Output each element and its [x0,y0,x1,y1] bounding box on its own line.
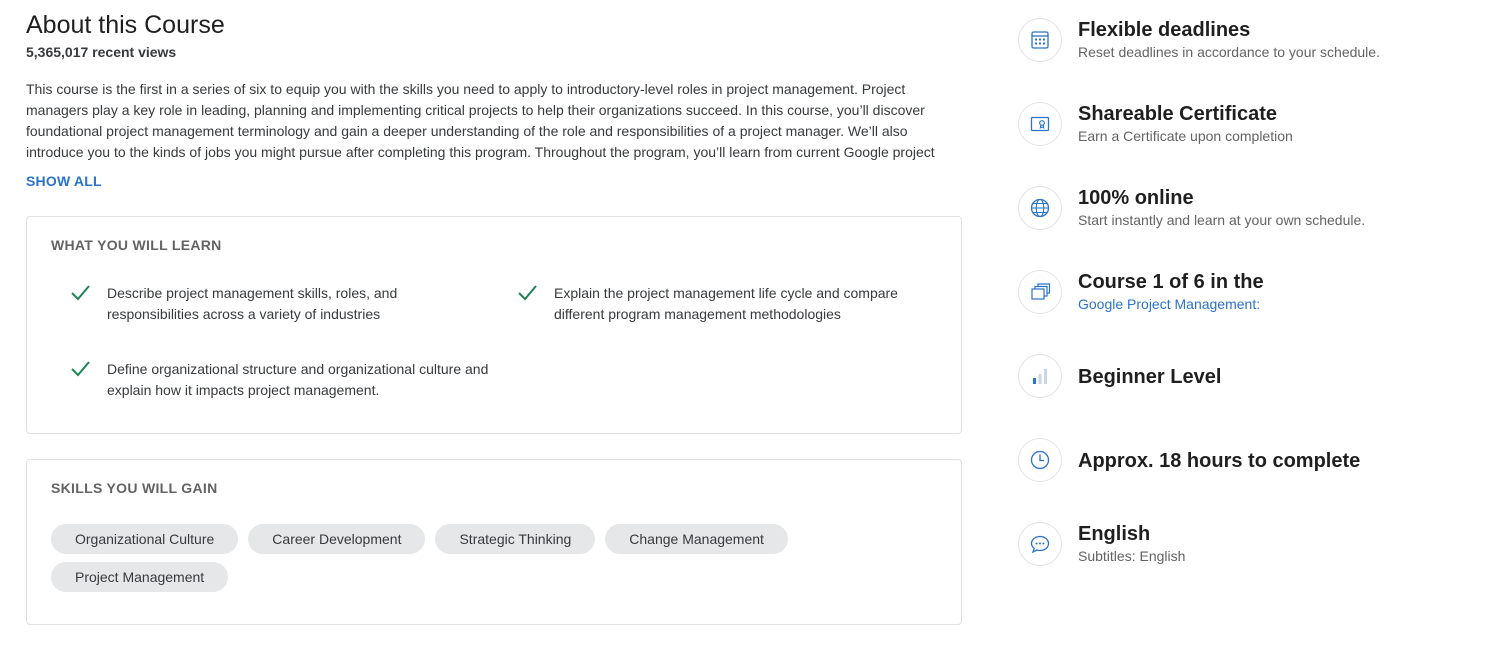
learn-item: Describe project management skills, role… [51,283,451,325]
feature-title: Beginner Level [1078,366,1222,388]
learn-item-text: Define organizational structure and orga… [107,361,489,398]
feature-subtitle: Reset deadlines in accordance to your sc… [1078,44,1380,60]
level-bars-icon [1018,354,1062,398]
learn-item-text: Explain the project management life cycl… [554,285,898,322]
feature-title: English [1078,523,1151,545]
chat-icon [1018,522,1062,566]
feature-title: Course 1 of 6 in the [1078,271,1264,293]
skill-chip[interactable]: Strategic Thinking [435,524,596,554]
certificate-icon [1018,102,1062,146]
feature-online: 100% online Start instantly and learn at… [1018,186,1478,246]
feature-title: Flexible deadlines [1078,19,1251,41]
clock-icon [1018,438,1062,482]
specialization-link[interactable]: Google Project Management: [1078,295,1260,313]
feature-flexible-deadlines: Flexible deadlines Reset deadlines in ac… [1018,18,1478,78]
skills-you-will-gain-card: SKILLS YOU WILL GAIN Organizational Cult… [26,459,962,625]
skill-chip[interactable]: Change Management [605,524,788,554]
learn-item-text: Describe project management skills, role… [107,285,398,322]
feature-title: 100% online [1078,187,1194,209]
feature-subtitle: Start instantly and learn at your own sc… [1078,212,1366,228]
show-all-button[interactable]: SHOW ALL [26,173,102,189]
calendar-icon [1018,18,1062,62]
feature-duration: Approx. 18 hours to complete [1018,438,1478,498]
checkmark-icon [71,285,90,301]
feature-subtitle: Earn a Certificate upon completion [1078,128,1293,144]
globe-icon [1018,186,1062,230]
learn-item: Explain the project management life cycl… [498,283,918,325]
learn-heading: WHAT YOU WILL LEARN [51,237,222,253]
skills-heading: SKILLS YOU WILL GAIN [51,480,218,496]
about-title: About this Course [26,11,225,39]
feature-course-series: Course 1 of 6 in the Google Project Mana… [1018,270,1478,330]
feature-title: Approx. 18 hours to complete [1078,450,1361,472]
stacked-cards-icon [1018,270,1062,314]
skill-chip[interactable]: Organizational Culture [51,524,239,554]
feature-title: Shareable Certificate [1078,103,1277,125]
feature-language: English Subtitles: English [1018,522,1478,582]
skill-chip[interactable]: Career Development [248,524,426,554]
feature-subtitle: Subtitles: English [1078,548,1186,564]
about-section: About this Course 5,365,017 recent views… [26,10,962,625]
course-description: This course is the first in a series of … [26,81,935,168]
checkmark-icon [518,285,537,301]
feature-level: Beginner Level [1018,354,1478,414]
what-you-will-learn-card: WHAT YOU WILL LEARN Describe project man… [26,216,962,434]
recent-views-count: 5,365,017 recent views [26,44,177,60]
learn-item: Define organizational structure and orga… [51,359,491,401]
checkmark-icon [71,361,90,377]
skills-chip-list: Organizational Culture Career Developmen… [51,524,831,592]
feature-shareable-certificate: Shareable Certificate Earn a Certificate… [1018,102,1478,162]
skill-chip[interactable]: Project Management [51,562,229,592]
